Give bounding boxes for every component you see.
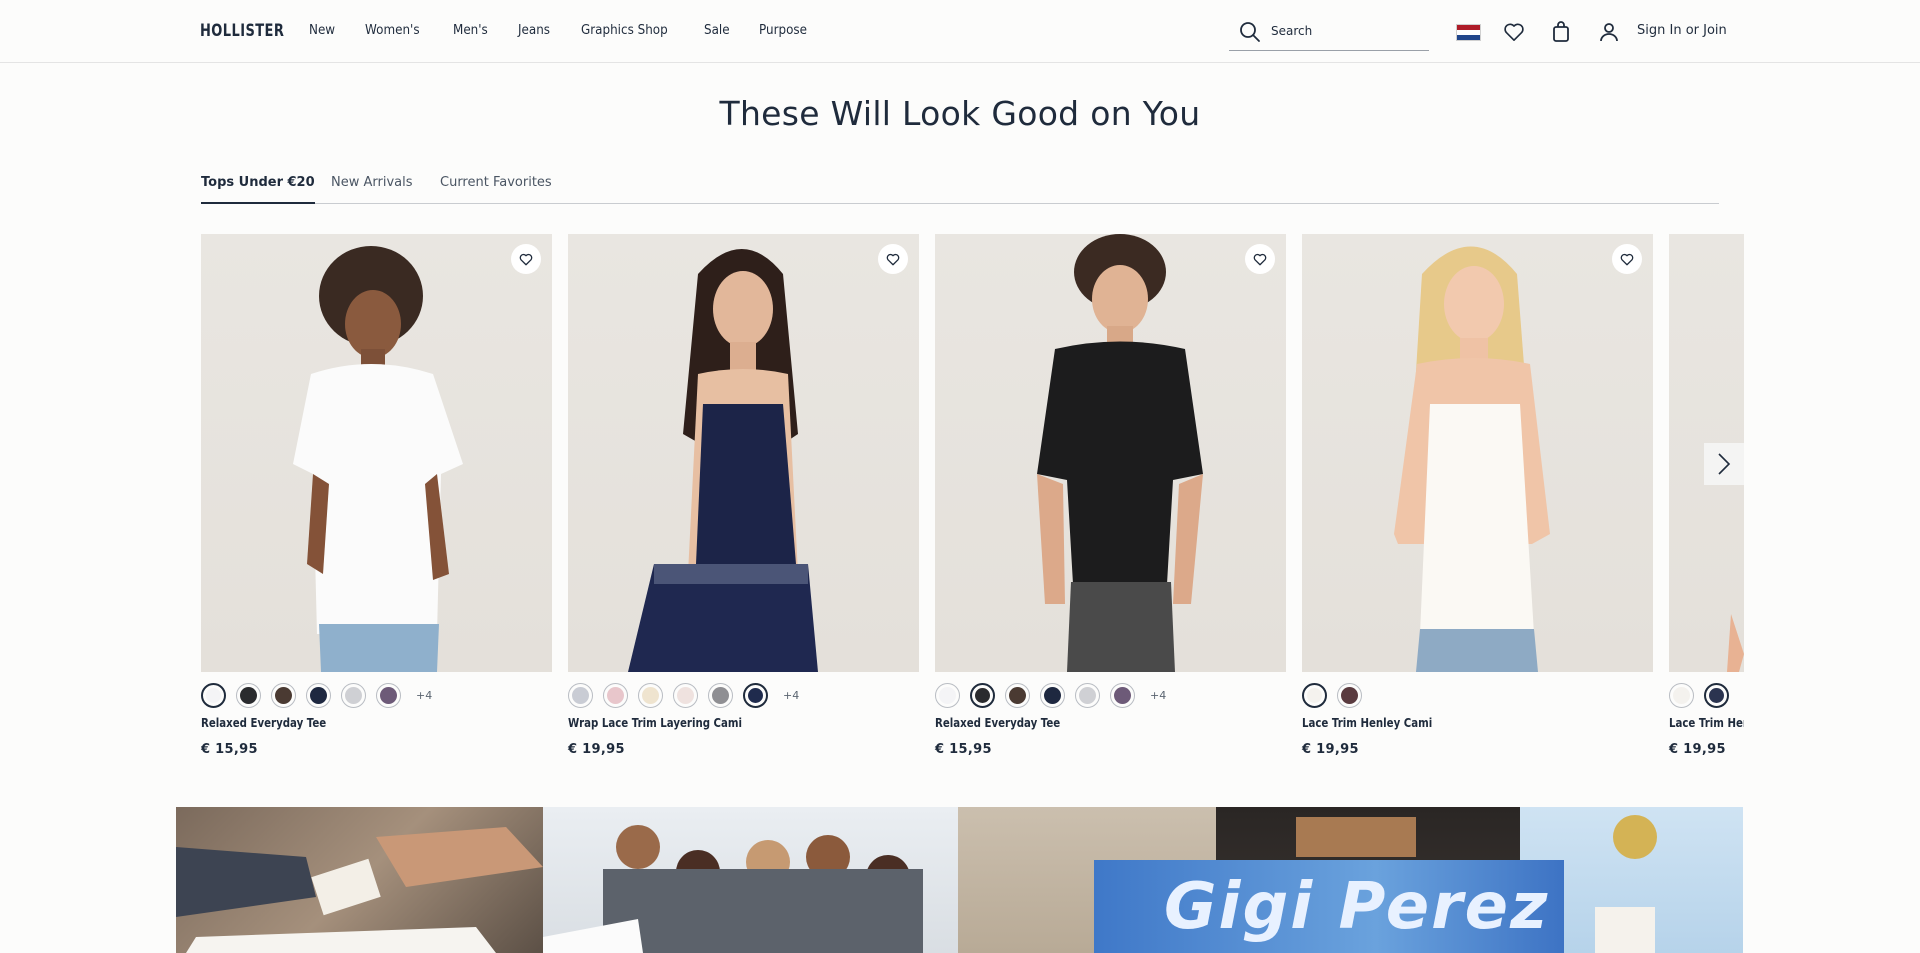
- product-name[interactable]: Relaxed Everyday Tee: [935, 716, 1233, 730]
- color-swatch[interactable]: [201, 683, 226, 708]
- wishlist-heart-icon[interactable]: [511, 244, 541, 274]
- color-swatches: +4: [201, 683, 552, 708]
- more-colors-count[interactable]: +4: [416, 689, 432, 702]
- color-swatch[interactable]: [935, 683, 960, 708]
- product-name[interactable]: Relaxed Everyday Tee: [201, 716, 499, 730]
- color-swatch[interactable]: [1005, 683, 1030, 708]
- product-tabs: Tops Under €20 New Arrivals Current Favo…: [201, 175, 1719, 204]
- color-swatch[interactable]: [970, 683, 995, 708]
- color-swatch[interactable]: [743, 683, 768, 708]
- color-swatch[interactable]: [271, 683, 296, 708]
- product-image[interactable]: [568, 234, 919, 672]
- color-swatch[interactable]: [1669, 683, 1694, 708]
- color-swatch[interactable]: [1704, 683, 1729, 708]
- color-swatch[interactable]: [1110, 683, 1135, 708]
- color-swatches: +4: [935, 683, 1286, 708]
- color-swatch[interactable]: [638, 683, 663, 708]
- main-nav: New Women's Men's Jeans Graphics Shop Sa…: [309, 23, 840, 38]
- more-colors-count[interactable]: +4: [1150, 689, 1166, 702]
- color-swatch[interactable]: [708, 683, 733, 708]
- more-colors-count[interactable]: +4: [783, 689, 799, 702]
- color-swatch[interactable]: [306, 683, 331, 708]
- nav-jeans[interactable]: Jeans: [518, 23, 550, 38]
- product-card[interactable]: +4 Relaxed Everyday Tee € 15,95: [201, 234, 552, 757]
- product-card[interactable]: +4 Wrap Lace Trim Layering Cami € 19,95: [568, 234, 919, 757]
- gigi-perez-banner[interactable]: Gigi Perez: [1094, 860, 1564, 953]
- nav-mens[interactable]: Men's: [453, 23, 488, 38]
- color-swatch[interactable]: [1302, 683, 1327, 708]
- tab-new-arrivals[interactable]: New Arrivals: [331, 175, 413, 204]
- search-input[interactable]: [1271, 21, 1421, 41]
- product-price: € 15,95: [935, 742, 992, 757]
- product-image[interactable]: [1302, 234, 1653, 672]
- color-swatch[interactable]: [568, 683, 593, 708]
- color-swatch[interactable]: [603, 683, 628, 708]
- color-swatches: +4: [568, 683, 919, 708]
- promo-collage[interactable]: Gigi Perez: [176, 807, 1743, 953]
- wishlist-heart-icon[interactable]: [878, 244, 908, 274]
- product-price: € 15,95: [201, 742, 258, 757]
- nav-sale[interactable]: Sale: [704, 23, 730, 38]
- wishlist-heart-icon[interactable]: [1245, 244, 1275, 274]
- product-price: € 19,95: [568, 742, 625, 757]
- wishlist-heart-icon[interactable]: [1612, 244, 1642, 274]
- signin-link[interactable]: Sign In or Join: [1637, 23, 1727, 38]
- nav-purpose[interactable]: Purpose: [759, 23, 807, 38]
- color-swatch[interactable]: [376, 683, 401, 708]
- nav-graphics-shop[interactable]: Graphics Shop: [581, 23, 668, 38]
- tab-tops-under-20[interactable]: Tops Under €20: [201, 175, 315, 204]
- section-title: These Will Look Good on You: [719, 94, 1201, 133]
- product-card[interactable]: Lace Trim Henley Cami € 19,95: [1669, 234, 1744, 757]
- tab-current-favorites[interactable]: Current Favorites: [440, 175, 552, 204]
- search-bar[interactable]: [1229, 17, 1429, 51]
- product-name[interactable]: Lace Trim Henley Cami: [1302, 716, 1600, 730]
- color-swatch[interactable]: [341, 683, 366, 708]
- carousel-edge-mask: [1744, 234, 1920, 774]
- nav-womens[interactable]: Women's: [365, 23, 420, 38]
- color-swatches: [1669, 683, 1744, 708]
- product-carousel: +4 Relaxed Everyday Tee € 15,95 +4 Wrap …: [201, 234, 1744, 774]
- color-swatch[interactable]: [673, 683, 698, 708]
- color-swatch[interactable]: [236, 683, 261, 708]
- logo[interactable]: HOLLISTER: [200, 21, 284, 41]
- product-price: € 19,95: [1669, 742, 1726, 757]
- collage-photo[interactable]: [543, 807, 958, 953]
- heart-icon[interactable]: [1502, 20, 1526, 44]
- collage-photo[interactable]: [176, 807, 543, 953]
- product-image[interactable]: [935, 234, 1286, 672]
- color-swatch[interactable]: [1337, 683, 1362, 708]
- user-icon[interactable]: [1597, 20, 1621, 44]
- color-swatch[interactable]: [1075, 683, 1100, 708]
- carousel-next-button[interactable]: [1704, 443, 1744, 485]
- color-swatch[interactable]: [1040, 683, 1065, 708]
- product-image[interactable]: [201, 234, 552, 672]
- product-price: € 19,95: [1302, 742, 1359, 757]
- flag-netherlands-icon[interactable]: [1456, 24, 1481, 41]
- bag-icon[interactable]: [1549, 20, 1573, 44]
- nav-new[interactable]: New: [309, 23, 335, 38]
- chevron-right-icon: [1718, 453, 1731, 475]
- banner-text: Gigi Perez: [1164, 870, 1550, 944]
- product-name[interactable]: Wrap Lace Trim Layering Cami: [568, 716, 866, 730]
- product-card[interactable]: Lace Trim Henley Cami € 19,95: [1302, 234, 1653, 757]
- site-header: HOLLISTER New Women's Men's Jeans Graphi…: [0, 0, 1920, 63]
- search-icon: [1240, 22, 1260, 42]
- product-card[interactable]: +4 Relaxed Everyday Tee € 15,95: [935, 234, 1286, 757]
- product-name[interactable]: Lace Trim Henley Cami: [1669, 716, 1744, 730]
- color-swatches: [1302, 683, 1653, 708]
